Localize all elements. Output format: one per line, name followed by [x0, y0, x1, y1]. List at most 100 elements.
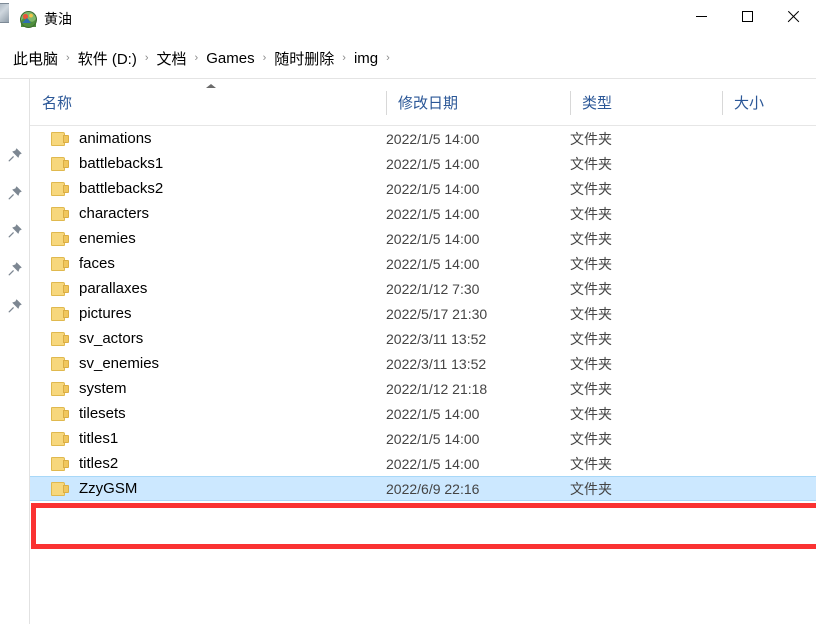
breadcrumb-item[interactable]: img	[351, 48, 381, 69]
cell-type: 文件夹	[570, 230, 612, 247]
file-name-label: ZzyGSM	[79, 480, 138, 497]
cell-modified-date: 2022/1/5 14:00	[386, 205, 480, 222]
folder-icon	[51, 156, 70, 172]
cell-name: pictures	[30, 305, 386, 322]
breadcrumb-item[interactable]: 此电脑	[10, 46, 61, 71]
close-button[interactable]	[770, 0, 816, 32]
folder-icon	[51, 181, 70, 197]
file-name-label: battlebacks1	[79, 155, 164, 172]
column-header-type[interactable]: 类型	[570, 79, 722, 125]
cell-type: 文件夹	[570, 130, 612, 147]
file-name-label: tilesets	[79, 405, 126, 422]
pushpin-icon[interactable]	[7, 147, 23, 163]
breadcrumb: 此电脑 › 软件 (D:) › 文档 › Games › 随时删除 › img ›	[0, 46, 395, 71]
cell-name: ZzyGSM	[30, 480, 386, 497]
column-header-size[interactable]: 大小	[722, 79, 816, 125]
file-list[interactable]: animations 2022/1/5 14:00 文件夹 battlebacks1 2…	[30, 126, 816, 624]
file-name-label: animations	[79, 130, 152, 147]
breadcrumb-item[interactable]: Games	[203, 48, 257, 69]
column-divider[interactable]	[386, 91, 387, 115]
table-row[interactable]: animations 2022/1/5 14:00 文件夹	[30, 126, 816, 151]
sort-ascending-icon	[206, 84, 216, 88]
cell-name: sv_actors	[30, 330, 386, 347]
cell-type: 文件夹	[570, 205, 612, 222]
game-app-icon	[20, 11, 37, 28]
column-header-row: 名称 修改日期 类型 大小	[30, 79, 816, 126]
minimize-icon	[695, 15, 707, 17]
breadcrumb-separator-icon: ›	[66, 52, 70, 64]
cell-name: battlebacks1	[30, 155, 386, 172]
cell-type: 文件夹	[570, 480, 612, 497]
file-name-label: battlebacks2	[79, 180, 164, 197]
table-row[interactable]: battlebacks2 2022/1/5 14:00 文件夹	[30, 176, 816, 201]
cell-modified-date: 2022/1/5 14:00	[386, 130, 480, 147]
maximize-button[interactable]	[724, 0, 770, 32]
file-name-label: sv_enemies	[79, 355, 160, 372]
title-bar: 黄油	[0, 0, 816, 38]
folder-icon	[51, 481, 70, 497]
breadcrumb-separator-icon: ›	[342, 52, 346, 64]
table-row[interactable]: system 2022/1/12 21:18 文件夹	[30, 376, 816, 401]
breadcrumb-separator-icon: ›	[262, 52, 267, 64]
column-header-label: 修改日期	[398, 94, 459, 112]
table-row[interactable]: tilesets 2022/1/5 14:00 文件夹	[30, 401, 816, 426]
pushpin-icon[interactable]	[7, 223, 23, 239]
folder-icon	[51, 206, 70, 222]
cell-name: sv_enemies	[30, 355, 386, 372]
table-row[interactable]: sv_actors 2022/3/11 13:52 文件夹	[30, 326, 816, 351]
cell-modified-date: 2022/3/11 13:52	[386, 355, 487, 372]
pushpin-icon[interactable]	[7, 185, 23, 201]
maximize-icon	[741, 10, 753, 22]
pushpin-icon[interactable]	[7, 298, 23, 314]
folder-icon	[51, 381, 70, 397]
cell-type: 文件夹	[570, 180, 612, 197]
folder-icon	[51, 331, 70, 347]
table-row[interactable]: ZzyGSM 2022/6/9 22:16 文件夹	[30, 476, 816, 501]
close-icon	[787, 10, 800, 23]
cell-name: enemies	[30, 230, 386, 247]
cell-modified-date: 2022/1/5 14:00	[386, 430, 480, 447]
cell-modified-date: 2022/1/5 14:00	[386, 255, 480, 272]
table-row[interactable]: characters 2022/1/5 14:00 文件夹	[30, 201, 816, 226]
cell-modified-date: 2022/1/5 14:00	[386, 155, 480, 172]
table-row[interactable]: pictures 2022/5/17 21:30 文件夹	[30, 301, 816, 326]
cell-modified-date: 2022/1/5 14:00	[386, 455, 480, 472]
minimize-button[interactable]	[678, 0, 724, 32]
column-divider[interactable]	[570, 91, 571, 115]
table-row[interactable]: battlebacks1 2022/1/5 14:00 文件夹	[30, 151, 816, 176]
cell-modified-date: 2022/1/12 21:18	[386, 380, 488, 397]
file-name-label: parallaxes	[79, 280, 148, 297]
table-row[interactable]: titles2 2022/1/5 14:00 文件夹	[30, 451, 816, 476]
navigation-pane[interactable]	[0, 79, 29, 624]
cell-type: 文件夹	[570, 455, 612, 472]
cell-name: tilesets	[30, 405, 386, 422]
cell-type: 文件夹	[570, 380, 612, 397]
table-row[interactable]: titles1 2022/1/5 14:00 文件夹	[30, 426, 816, 451]
pushpin-icon[interactable]	[7, 261, 23, 277]
cell-type: 文件夹	[570, 355, 612, 372]
cell-name: animations	[30, 130, 386, 147]
table-row[interactable]: enemies 2022/1/5 14:00 文件夹	[30, 226, 816, 251]
breadcrumb-item[interactable]: 文档	[154, 46, 190, 71]
folder-icon	[51, 231, 70, 247]
column-header-date[interactable]: 修改日期	[386, 79, 570, 125]
table-row[interactable]: faces 2022/1/5 14:00 文件夹	[30, 251, 816, 276]
file-name-label: sv_actors	[79, 330, 144, 347]
folder-icon	[51, 431, 70, 447]
cell-type: 文件夹	[570, 155, 612, 172]
address-bar[interactable]: 此电脑 › 软件 (D:) › 文档 › Games › 随时删除 › img ›	[0, 38, 816, 79]
file-name-label: titles2	[79, 455, 119, 472]
folder-icon	[51, 131, 70, 147]
cell-name: system	[30, 380, 386, 397]
cell-name: battlebacks2	[30, 180, 386, 197]
column-divider[interactable]	[722, 91, 723, 115]
file-name-label: system	[79, 380, 127, 397]
table-row[interactable]: parallaxes 2022/1/12 7:30 文件夹	[30, 276, 816, 301]
breadcrumb-item[interactable]: 随时删除	[271, 46, 337, 71]
breadcrumb-item[interactable]: 软件 (D:)	[75, 46, 140, 71]
window-controls	[678, 0, 816, 32]
breadcrumb-separator-icon: ›	[144, 52, 149, 64]
table-row[interactable]: sv_enemies 2022/3/11 13:52 文件夹	[30, 351, 816, 376]
cell-name: faces	[30, 255, 386, 272]
column-header-label: 类型	[582, 94, 613, 112]
